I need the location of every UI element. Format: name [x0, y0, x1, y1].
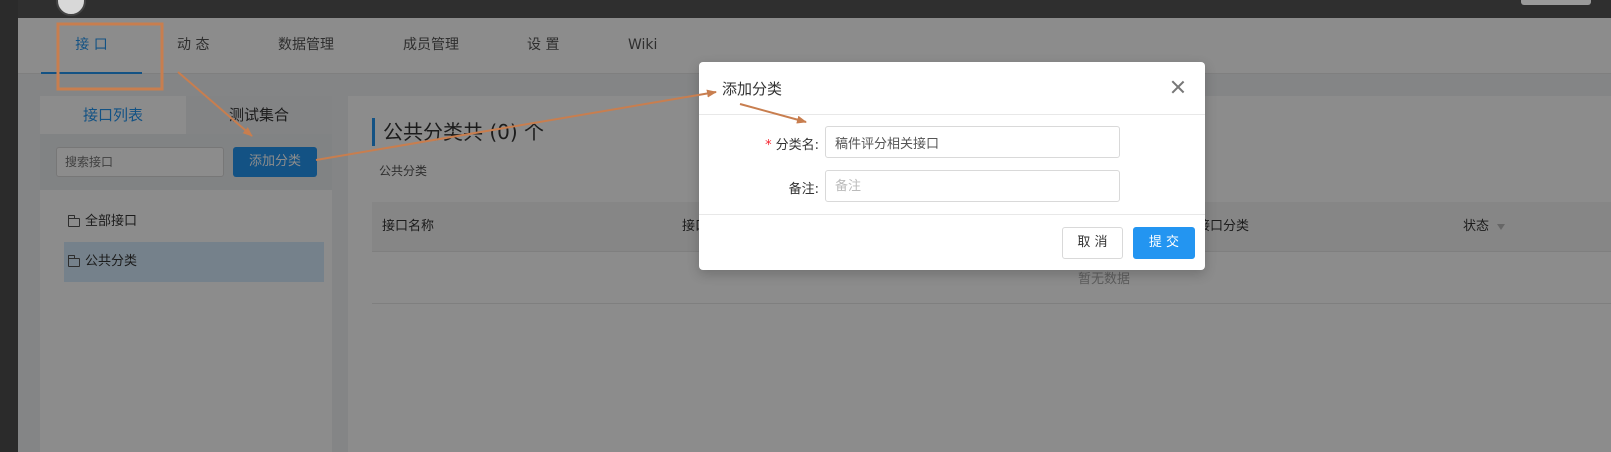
- dialog-title: 添加分类: [722, 80, 783, 98]
- submit-button[interactable]: 提 交: [1133, 227, 1195, 259]
- category-name-row: * 分类名:: [699, 126, 1205, 158]
- add-category-dialog: 添加分类 *分类名: 备注: 取 消 提 交: [699, 62, 1205, 270]
- note-input[interactable]: [825, 170, 1120, 202]
- close-icon[interactable]: [1171, 80, 1185, 94]
- dialog-header: 添加分类: [699, 62, 1205, 115]
- category-name-input[interactable]: [825, 126, 1120, 158]
- top-header: [18, 0, 1611, 18]
- dialog-footer: 取 消 提 交: [699, 214, 1205, 270]
- logo-icon: [56, 0, 86, 16]
- required-mark: *: [765, 138, 772, 153]
- note-row: 备注:: [699, 170, 1205, 202]
- cancel-button[interactable]: 取 消: [1062, 227, 1123, 259]
- category-name-label: * 分类名:: [765, 134, 819, 153]
- note-label: 备注:: [788, 182, 819, 197]
- window-left-rail: [0, 0, 18, 452]
- category-name-label-text: 分类名:: [775, 138, 819, 153]
- header-corner: [1521, 0, 1591, 5]
